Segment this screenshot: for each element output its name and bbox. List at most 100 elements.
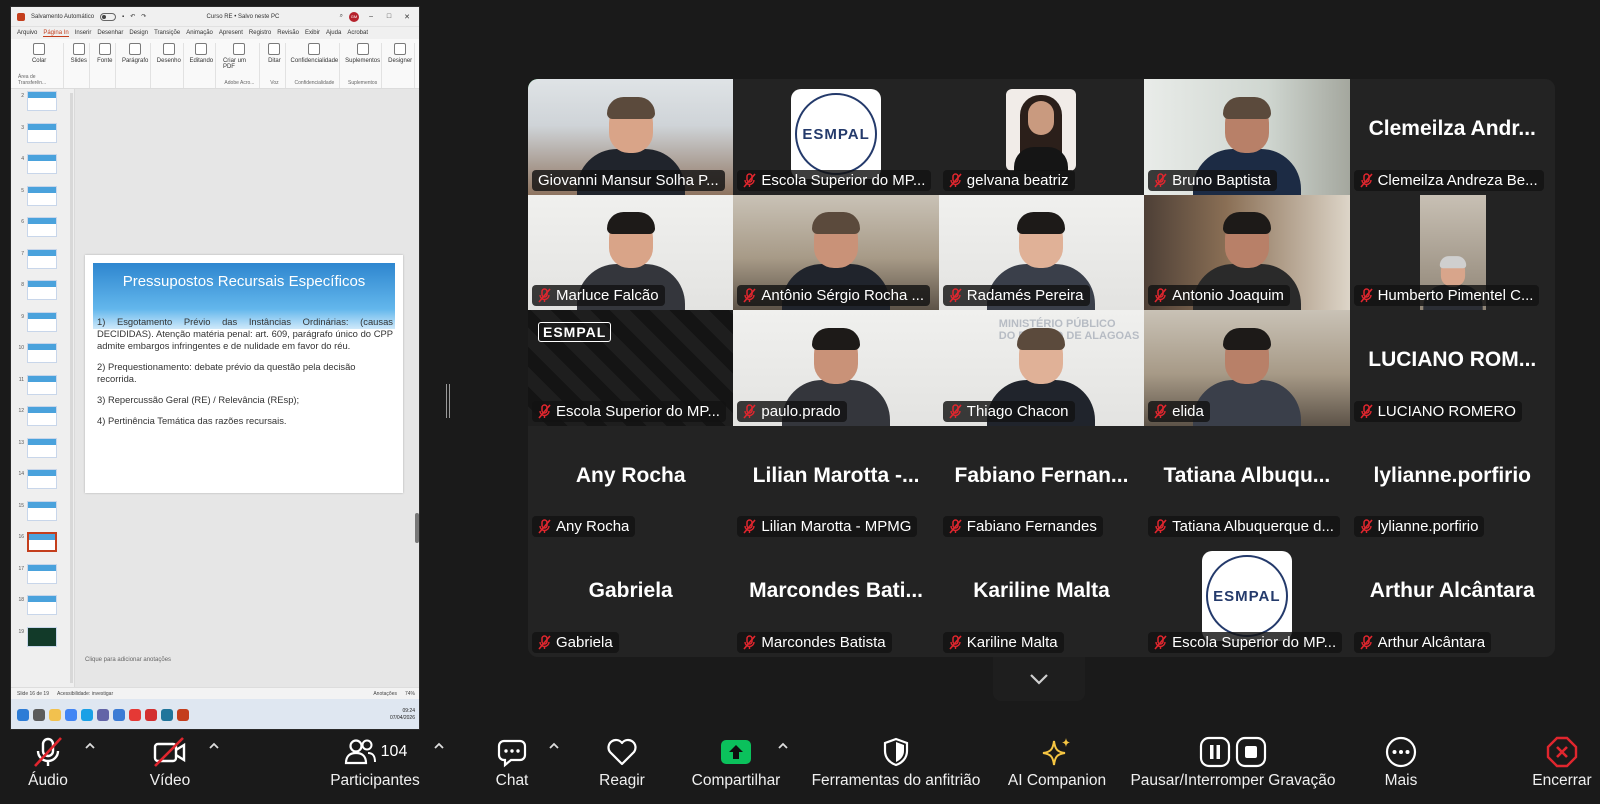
ribbon-tab[interactable]: Transiçõe	[154, 30, 180, 36]
participant-tile[interactable]: Marluce Falcão	[528, 194, 734, 311]
ribbon-group[interactable]: Designer	[386, 43, 415, 88]
slide-item-2[interactable]: 2) Prequestionamento: debate prévio da q…	[97, 361, 393, 385]
ribbon-command-label[interactable]: Ditar	[268, 58, 281, 64]
ribbon-tab[interactable]: Apresent	[219, 30, 243, 36]
end-meeting-button[interactable]: Encerrar	[1530, 734, 1594, 800]
participant-tile[interactable]: Bruno Baptista	[1144, 79, 1350, 195]
slide-thumbnail[interactable]: 15	[11, 500, 74, 533]
participant-tile[interactable]: Tatiana Albuqu... Tatiana Albuquerque d..…	[1144, 425, 1350, 542]
share-options-chevron-icon[interactable]	[777, 740, 789, 752]
shared-screen-powerpoint[interactable]: Salvamento Automático ▪ ↶ ↷ Curso RE • S…	[10, 6, 420, 730]
ribbon-group[interactable]: Editando	[188, 43, 216, 88]
ribbon-tab[interactable]: Revisão	[277, 30, 299, 36]
slide-thumbnail-image[interactable]	[27, 343, 57, 363]
ribbon-command-icon[interactable]	[129, 43, 142, 55]
ribbon-command-icon[interactable]	[268, 43, 281, 55]
participant-tile[interactable]: LUCIANO ROM... LUCIANO ROMERO	[1349, 310, 1555, 426]
slide-thumbnail-pane[interactable]: 2 3 4 5 6 7 8 9 10 11 12 13 14 15 16 17 18 19	[11, 89, 75, 699]
slide-thumbnail[interactable]: 2	[11, 91, 74, 123]
slide-thumbnail[interactable]: 9	[11, 311, 74, 344]
slide-thumbnail[interactable]: 13	[11, 437, 74, 470]
ribbon-group[interactable]: Ditar Voz	[264, 43, 286, 88]
ribbon-command-icon[interactable]	[33, 43, 46, 55]
teams-icon[interactable]	[97, 709, 109, 721]
participant-tile[interactable]: Giovanni Mansur Solha P...	[528, 79, 734, 195]
participant-tile[interactable]: Humberto Pimentel C...	[1349, 194, 1555, 311]
participants-options-chevron-icon[interactable]	[433, 740, 445, 752]
ribbon-group[interactable]: Parágrafo	[120, 43, 151, 88]
ribbon-group[interactable]: Desenho	[155, 43, 184, 88]
participant-tile[interactable]: Fabiano Fernan... Fabiano Fernandes	[938, 425, 1145, 542]
slide-thumbnail[interactable]: 11	[11, 374, 74, 407]
slide-thumbnail[interactable]: 12	[11, 406, 74, 438]
autosave-toggle[interactable]	[100, 12, 117, 21]
ribbon-group[interactable]: Slides	[68, 43, 91, 88]
slide-item-1[interactable]: 1) Esgotamento Prévio das Instâncias Ord…	[97, 316, 393, 352]
participant-tile[interactable]: Any Rocha Any Rocha	[528, 425, 734, 542]
slide-thumbnail[interactable]: 10	[11, 343, 74, 375]
windows-start-icon[interactable]	[17, 709, 29, 721]
ribbon-command-icon[interactable]	[394, 43, 407, 55]
slide-thumbnail-image[interactable]	[27, 595, 57, 615]
chrome-icon[interactable]	[65, 709, 77, 721]
undo-icon[interactable]: ↶	[130, 13, 135, 20]
gallery-next-page-button[interactable]	[993, 657, 1085, 701]
slide-thumbnail[interactable]: 19	[11, 626, 74, 659]
minimize-icon[interactable]: –	[365, 13, 377, 20]
wordpress-icon[interactable]	[161, 709, 173, 721]
host-tools-button[interactable]: Ferramentas do anfitrião	[808, 734, 984, 800]
document-title[interactable]: Curso RE • Salvo neste PC	[207, 14, 280, 20]
slide-item-4[interactable]: 4) Pertinência Temática das razões recur…	[97, 415, 393, 427]
ribbon-command-label[interactable]: Slides	[71, 58, 87, 64]
file-explorer-icon[interactable]	[49, 709, 61, 721]
participant-tile[interactable]: Antonio Joaquim	[1144, 194, 1350, 311]
participant-tile[interactable]: ESMPAL Escola Superior do MP...	[1144, 541, 1350, 657]
ribbon-command-icon[interactable]	[162, 43, 175, 55]
participant-tile[interactable]: MINISTÉRIO PÚBLICO DO ESTADO DE ALAGOAST…	[938, 310, 1145, 426]
ribbon-command-label[interactable]: Parágrafo	[122, 58, 148, 64]
ribbon-group[interactable]: Fonte	[94, 43, 117, 88]
participant-tile[interactable]: Gabriela Gabriela	[528, 541, 734, 657]
video-options-chevron-icon[interactable]	[208, 740, 220, 752]
slide-editor[interactable]: Pressupostos Recursais Específicos 1) Es…	[75, 89, 419, 699]
powerpoint-taskbar-icon[interactable]	[177, 709, 189, 721]
slide-thumbnail-image[interactable]	[27, 626, 57, 647]
close-window-icon[interactable]: ✕	[401, 13, 413, 21]
edge-icon[interactable]	[81, 709, 93, 721]
slide-thumbnail[interactable]: 18	[11, 595, 74, 627]
participant-tile[interactable]: ESMPAL Escola Superior do MP...	[733, 79, 939, 195]
chat-button[interactable]: Chat	[488, 734, 536, 800]
split-view-divider[interactable]	[446, 384, 452, 418]
slide-thumbnail-image[interactable]	[27, 437, 57, 458]
redo-icon[interactable]: ↷	[141, 13, 146, 20]
current-slide[interactable]: Pressupostos Recursais Específicos 1) Es…	[85, 255, 403, 493]
accessibility-status[interactable]: Acessibilidade: investigar	[57, 691, 113, 697]
thumbnail-scrollbar[interactable]	[70, 93, 73, 683]
ribbon-tab[interactable]: Acrobat	[347, 30, 368, 36]
ribbon-command-icon[interactable]	[195, 43, 208, 55]
slide-thumbnail-image[interactable]	[27, 311, 57, 332]
notes-placeholder[interactable]: Clique para adicionar anotações	[85, 657, 171, 663]
share-button[interactable]: Compartilhar	[686, 734, 786, 800]
participant-tile[interactable]: lylianne.porfirio lylianne.porfirio	[1349, 425, 1555, 542]
participant-tile[interactable]: Lilian Marotta -... Lilian Marotta - MPMG	[733, 425, 939, 542]
react-button[interactable]: Reagir	[596, 734, 648, 800]
more-button[interactable]: Mais	[1370, 734, 1432, 800]
slide-thumbnail-image[interactable]	[27, 406, 57, 426]
user-avatar[interactable]: GM	[349, 11, 360, 22]
ribbon-command-label[interactable]: Designer	[388, 58, 412, 64]
participant-tile[interactable]: Arthur Alcântara Arthur Alcântara	[1349, 541, 1555, 657]
ribbon-group[interactable]: Confidencialidade Confidencialidade	[290, 43, 340, 88]
chat-options-chevron-icon[interactable]	[548, 740, 560, 752]
ribbon-command-label[interactable]: Editando	[189, 58, 213, 64]
ribbon-command-label[interactable]: Criar um PDF	[223, 58, 256, 70]
ribbon-tab[interactable]: Design	[129, 30, 148, 36]
ribbon-tab[interactable]: Registro	[249, 30, 271, 36]
youtube-icon[interactable]	[129, 709, 141, 721]
participant-tile[interactable]: gelvana beatriz	[938, 79, 1145, 195]
ribbon-tab[interactable]: Inserir	[75, 30, 92, 36]
slide-thumbnail[interactable]: 8	[11, 280, 74, 312]
ribbon-group[interactable]: Suplementos Suplementos	[344, 43, 383, 88]
slide-thumbnail[interactable]: 4	[11, 154, 74, 186]
slide-thumbnail[interactable]: 5	[11, 185, 74, 218]
